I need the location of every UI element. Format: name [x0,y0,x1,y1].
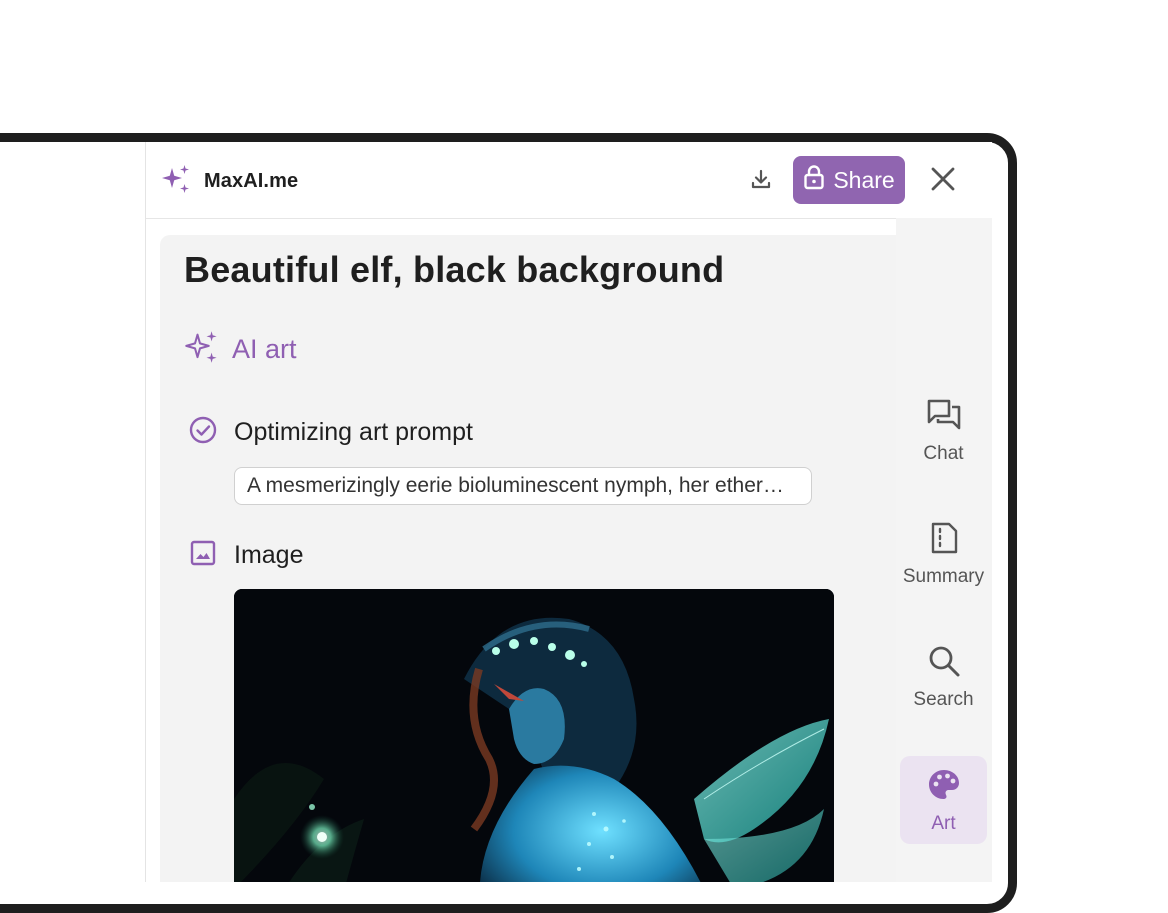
close-icon [930,166,956,197]
share-button[interactable]: Share [793,156,905,204]
step-optimizing-label: Optimizing art prompt [234,418,473,446]
step-optimizing: Optimizing art prompt [188,415,473,450]
nav-chat[interactable]: Chat [900,386,987,474]
close-button[interactable] [926,164,960,198]
generated-art-image[interactable] [234,589,834,882]
image-icon [188,538,218,573]
art-prompt-chip[interactable]: A mesmerizingly eerie bioluminescent nym… [234,467,812,505]
sparkles-logo-icon [160,163,192,200]
summary-icon [927,521,961,560]
panel-header: MaxAI.me Share [146,142,992,219]
step-image-label: Image [234,541,304,569]
message-title: Beautiful elf, black background [184,249,725,290]
nav-search[interactable]: Search [900,632,987,720]
chat-icon [926,398,962,437]
nav-chat-label: Chat [923,443,964,464]
sidebar-panel: MaxAI.me Share Beautiful elf, black back… [145,142,992,882]
check-circle-icon [188,415,218,450]
sparkles-icon [184,329,220,370]
nav-search-label: Search [913,689,974,710]
download-icon [749,167,773,196]
message-card: Beautiful elf, black background AI art O… [160,235,896,882]
nav-art[interactable]: Art [900,756,987,844]
brand: MaxAI.me [160,163,298,200]
step-image: Image [188,538,303,573]
share-label: Share [833,166,895,193]
search-icon [927,644,961,683]
palette-icon [927,768,961,807]
nav-art-label: Art [931,813,956,834]
lock-icon [803,164,825,196]
download-button[interactable] [746,166,776,196]
brand-name: MaxAI.me [204,170,299,192]
nav-summary-label: Summary [902,566,985,587]
ai-art-section-header: AI art [184,329,297,370]
nav-summary[interactable]: Summary [900,509,987,597]
ai-art-label: AI art [232,334,297,364]
